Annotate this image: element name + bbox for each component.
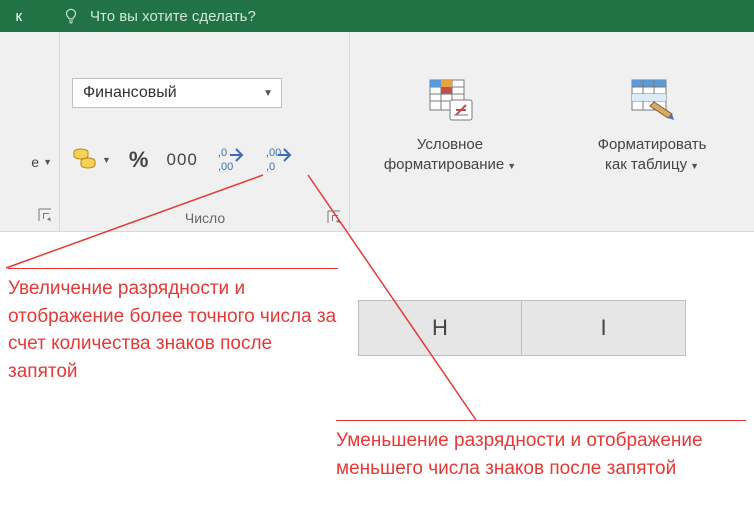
chevron-down-icon: ▼ — [690, 161, 699, 171]
conditional-formatting-label-1: Условное — [360, 135, 540, 155]
format-as-table-label-1: Форматировать — [550, 135, 754, 155]
decrease-decimal-button[interactable]: ,00 ,0 — [264, 142, 294, 178]
ribbon: е ▼ Финансовый ▼ — [0, 32, 754, 232]
partial-dropdown-label: е — [31, 154, 39, 170]
chevron-down-icon: ▼ — [102, 155, 111, 165]
tell-me-search[interactable]: Что вы хотите сделать? — [62, 7, 256, 25]
ribbon-group-partial-left: е ▼ — [0, 32, 60, 232]
conditional-formatting-icon — [426, 78, 474, 127]
percent-style-button[interactable]: % — [129, 142, 149, 178]
conditional-formatting-label-2: форматирование — [384, 156, 504, 173]
accounting-format-button[interactable]: ▼ — [72, 142, 111, 178]
percent-icon: % — [129, 147, 149, 173]
title-bar: к Что вы хотите сделать? — [0, 0, 754, 32]
svg-text:,0: ,0 — [266, 161, 275, 172]
ribbon-group-number: Финансовый ▼ ▼ % — [60, 32, 350, 232]
decrease-decimal-icon: ,00 ,0 — [264, 144, 294, 177]
dialog-launcher-icon[interactable] — [38, 208, 52, 222]
format-as-table-label-2: как таблицу — [605, 156, 687, 173]
format-as-table-button[interactable]: Форматировать как таблицу▼ — [550, 78, 754, 174]
comma-style-button[interactable]: 000 — [166, 142, 197, 178]
ribbon-group-conditional-formatting: Условное форматирование▼ — [350, 32, 550, 232]
number-format-combo[interactable]: Финансовый ▼ — [72, 78, 282, 108]
thousand-separator-label: 000 — [166, 150, 197, 170]
increase-decimal-icon: ,0 ,00 — [216, 144, 246, 177]
svg-text:,0: ,0 — [218, 147, 227, 159]
chevron-down-icon: ▼ — [507, 161, 516, 171]
annotation-increase-decimal: Увеличение разрядности и отображение бол… — [8, 268, 338, 385]
active-tab-fragment: к — [0, 8, 22, 25]
svg-text:,00: ,00 — [218, 161, 233, 172]
svg-text:,00: ,00 — [266, 147, 281, 159]
ribbon-group-format-as-table: Форматировать как таблицу▼ — [550, 32, 754, 232]
number-group-label: Число — [60, 210, 350, 226]
partial-dropdown[interactable]: е ▼ — [0, 147, 60, 177]
dialog-launcher-icon[interactable] — [327, 210, 341, 224]
chevron-down-icon: ▼ — [263, 88, 273, 99]
column-header-h[interactable]: H — [358, 300, 522, 356]
column-headers: H I — [358, 300, 686, 356]
conditional-formatting-button[interactable]: Условное форматирование▼ — [360, 78, 540, 174]
annotation-decrease-decimal: Уменьшение разрядности и отображение мен… — [336, 420, 746, 482]
column-header-i[interactable]: I — [522, 300, 686, 356]
chevron-down-icon: ▼ — [43, 157, 52, 167]
lightbulb-icon — [62, 7, 80, 25]
number-format-selected: Финансовый — [83, 84, 177, 102]
format-as-table-icon — [628, 109, 676, 126]
coins-icon — [72, 146, 98, 175]
tell-me-placeholder: Что вы хотите сделать? — [90, 8, 256, 25]
increase-decimal-button[interactable]: ,0 ,00 — [216, 142, 246, 178]
